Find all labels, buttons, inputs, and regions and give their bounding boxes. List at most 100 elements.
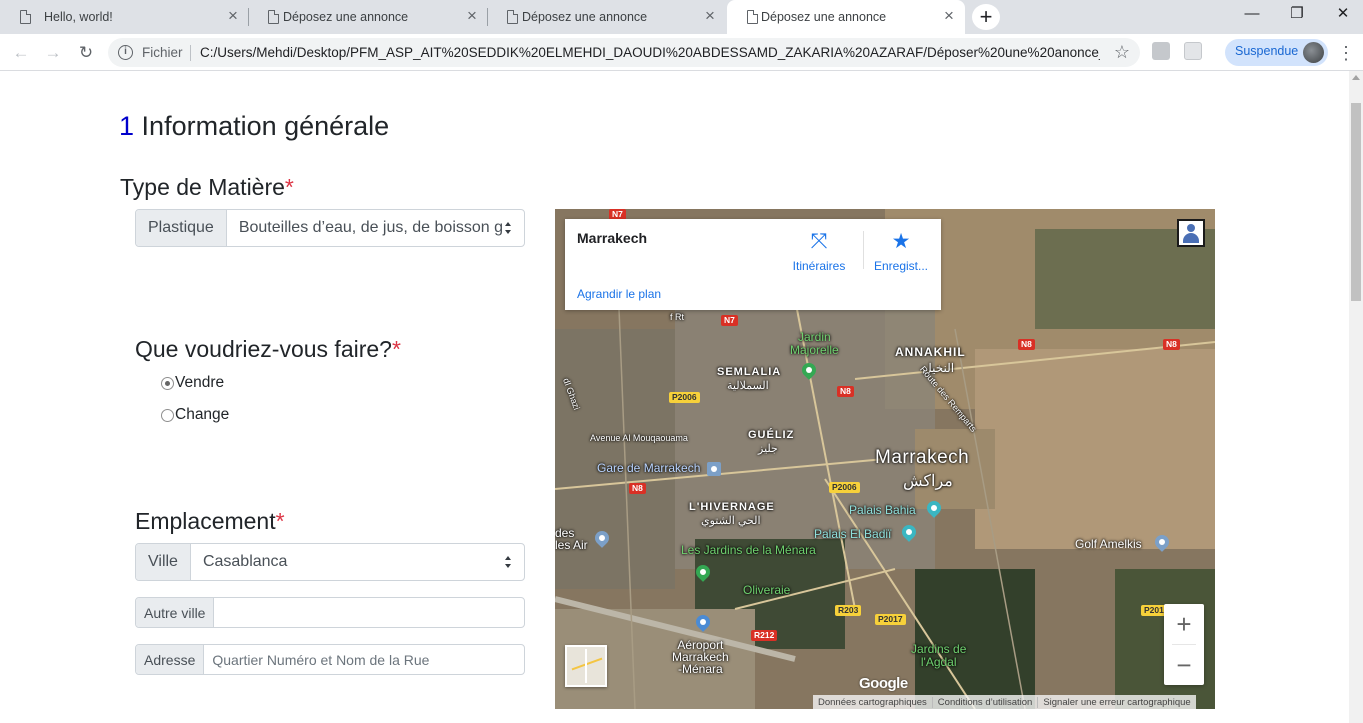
road-shield: P2006 — [669, 392, 700, 403]
reload-button[interactable]: ↻ — [73, 40, 99, 66]
radio-label: Vendre — [175, 374, 225, 391]
scroll-up-arrow-icon[interactable] — [1352, 75, 1360, 80]
radio-vendre[interactable]: Vendre — [161, 374, 224, 392]
map-label-jardins-menara: Les Jardins de la Ménara — [681, 543, 816, 557]
radio-button[interactable] — [161, 408, 174, 422]
map-label-semlalia-ar: السملالية — [727, 380, 769, 392]
select-caret-icon — [505, 222, 512, 234]
address-bar[interactable]: i Fichier C:/Users/Mehdi/Desktop/PFM_ASP… — [108, 38, 1140, 67]
info-icon[interactable]: i — [118, 45, 133, 60]
tab-deposez-1[interactable]: Déposez une annonce × — [248, 0, 488, 34]
map-label-hivernage: L'HIVERNAGE — [689, 501, 775, 513]
save-place-button[interactable]: ★ Enregist... — [866, 229, 936, 273]
adresse-addon: Adresse — [136, 645, 205, 674]
section-title: Information générale — [141, 111, 390, 141]
road-shield: P201 — [1141, 605, 1167, 616]
map-data-link[interactable]: Données cartographiques — [813, 697, 932, 708]
road-shield: N7 — [721, 315, 738, 326]
avatar — [1303, 42, 1324, 63]
zoom-control: + − — [1164, 604, 1204, 685]
road-shield: N8 — [1163, 339, 1180, 350]
section-number: 1 — [119, 111, 135, 141]
browser-toolbar: ← → ↻ i Fichier C:/Users/Mehdi/Desktop/P… — [0, 34, 1363, 71]
zoom-out-button[interactable]: − — [1164, 645, 1204, 685]
place-card: Marrakech ⤧ Itinéraires ★ Enregist... Ag… — [565, 219, 941, 310]
type-matiere-value: Bouteilles d’eau, de jus, de boisson g — [238, 219, 504, 236]
tab-title: Déposez une annonce — [761, 10, 887, 24]
section-heading: 1 Information générale — [119, 111, 389, 142]
street-view-pegman-icon[interactable] — [1177, 219, 1205, 247]
ville-select[interactable]: Casablanca — [191, 544, 524, 580]
autre-ville-input[interactable] — [214, 598, 524, 627]
road-shield: N8 — [1018, 339, 1035, 350]
extension-box-icon[interactable] — [1184, 42, 1202, 60]
minimize-button[interactable]: — — [1229, 0, 1275, 30]
page-viewport: 1 Information générale Type de Matière* … — [0, 71, 1349, 723]
ville-value: Casablanca — [202, 553, 288, 570]
directions-icon: ⤧ — [810, 230, 828, 253]
adresse-group: Adresse Quartier Numéro et Nom de la Rue — [135, 644, 525, 675]
map-label-marrakech-ar: مراكش — [903, 473, 953, 490]
bookmark-star-icon[interactable]: ☆ — [1114, 42, 1130, 63]
close-icon[interactable]: × — [939, 6, 959, 26]
tab-deposez-2[interactable]: Déposez une annonce × — [487, 0, 727, 34]
close-window-button[interactable]: ✕ — [1320, 0, 1363, 30]
google-map[interactable]: Marrakech مراكش ANNAKHIL النخيل SEMLALIA… — [555, 209, 1215, 709]
required-mark: * — [391, 336, 401, 362]
map-label-semlalia: SEMLALIA — [717, 366, 782, 378]
road-shield: R212 — [751, 630, 778, 641]
map-label-marrakech: Marrakech — [875, 447, 970, 468]
train-station-icon[interactable] — [707, 462, 721, 476]
road-shield: N8 — [629, 483, 646, 494]
directions-button[interactable]: ⤧ Itinéraires — [784, 229, 854, 273]
report-error-link[interactable]: Signaler une erreur cartographique — [1037, 696, 1195, 708]
adresse-input[interactable]: Quartier Numéro et Nom de la Rue — [204, 645, 524, 674]
map-label-jardins-agdal: Jardins de l'Agdal — [911, 642, 967, 669]
page-icon — [268, 10, 279, 24]
profile-button[interactable]: Suspendue — [1225, 39, 1328, 66]
place-title: Marrakech — [577, 230, 648, 246]
tab-deposez-active[interactable]: Déposez une annonce × — [727, 0, 965, 34]
road-shield: P2006 — [829, 482, 860, 493]
type-matiere-group: Plastique Bouteilles d’eau, de jus, de b… — [135, 209, 525, 247]
close-icon[interactable]: × — [462, 6, 482, 26]
autre-ville-addon: Autre ville — [136, 598, 215, 627]
required-mark: * — [284, 174, 294, 200]
map-label-golf: Golf Amelkis — [1075, 537, 1142, 551]
type-matiere-select[interactable]: Bouteilles d’eau, de jus, de boisson g — [227, 210, 524, 246]
type-matiere-addon: Plastique — [136, 210, 227, 246]
map-label-hivernage-ar: الحي الشتوي — [701, 515, 761, 527]
radio-change[interactable]: Change — [161, 406, 229, 424]
page-scrollbar[interactable] — [1349, 71, 1363, 723]
type-matiere-label: Type de Matière* — [120, 174, 294, 200]
scheme-label: Fichier — [142, 45, 183, 60]
back-button[interactable]: ← — [8, 40, 34, 66]
zoom-in-button[interactable]: + — [1164, 604, 1204, 644]
road-shield: P2017 — [875, 614, 906, 625]
close-icon[interactable]: × — [223, 6, 243, 26]
close-icon[interactable]: × — [700, 6, 720, 26]
radio-button[interactable] — [161, 376, 174, 390]
radio-label: Change — [175, 406, 230, 423]
road-shield: N8 — [837, 386, 854, 397]
new-tab-button[interactable]: + — [972, 4, 1000, 30]
map-label-f-rt: f Rt — [670, 312, 685, 322]
map-label-aeroport: Aéroport Marrakech -Ménara — [672, 638, 729, 676]
directions-label: Itinéraires — [792, 259, 846, 273]
map-type-toggle[interactable] — [565, 645, 607, 687]
enlarge-map-link[interactable]: Agrandir le plan — [577, 287, 661, 301]
extension-pdf-icon[interactable] — [1152, 42, 1170, 60]
menu-icon[interactable]: ⋮ — [1336, 40, 1356, 66]
tab-hello-world[interactable]: Hello, world! × — [0, 0, 248, 34]
url-text[interactable]: C:/Users/Mehdi/Desktop/PFM_ASP_AIT%20SED… — [200, 45, 1100, 60]
scrollbar-thumb[interactable] — [1351, 103, 1361, 301]
map-label-palais-bahia: Palais Bahia — [849, 503, 916, 517]
map-label-gueliz: GUÉLIZ — [748, 429, 795, 441]
select-caret-icon — [505, 556, 512, 568]
terms-link[interactable]: Conditions d’utilisation — [931, 696, 1038, 708]
tab-title: Déposez une annonce — [283, 10, 409, 24]
map-label-annakhil: ANNAKHIL — [895, 345, 966, 359]
forward-button[interactable]: → — [40, 40, 66, 66]
restore-button[interactable]: ❐ — [1274, 0, 1320, 30]
emplacement-label: Emplacement* — [135, 508, 285, 534]
